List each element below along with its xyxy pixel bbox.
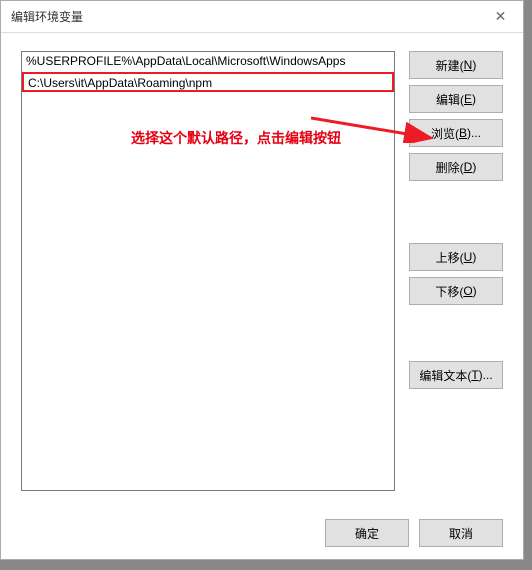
dialog: 编辑环境变量 ✕ %USERPROFILE%\AppData\Local\Mic…	[0, 0, 524, 560]
edittext-button[interactable]: 编辑文本(T)...	[409, 361, 503, 389]
close-icon: ✕	[495, 8, 507, 25]
path-listbox[interactable]: %USERPROFILE%\AppData\Local\Microsoft\Wi…	[21, 51, 395, 491]
close-button[interactable]: ✕	[478, 1, 523, 33]
new-button[interactable]: 新建(N)	[409, 51, 503, 79]
movedown-button[interactable]: 下移(O)	[409, 277, 503, 305]
delete-button[interactable]: 删除(D)	[409, 153, 503, 181]
edit-button[interactable]: 编辑(E)	[409, 85, 503, 113]
ok-button[interactable]: 确定	[325, 519, 409, 547]
browse-button[interactable]: 浏览(B)...	[409, 119, 503, 147]
annotation-text: 选择这个默认路径，点击编辑按钮	[131, 128, 341, 148]
footer: 确定 取消	[1, 507, 523, 559]
content-area: %USERPROFILE%\AppData\Local\Microsoft\Wi…	[1, 33, 523, 507]
button-column: 新建(N) 编辑(E) 浏览(B)... 删除(D) 上移(U) 下移(O) 编…	[409, 51, 503, 507]
list-item[interactable]: %USERPROFILE%\AppData\Local\Microsoft\Wi…	[22, 52, 394, 72]
moveup-button[interactable]: 上移(U)	[409, 243, 503, 271]
dialog-title: 编辑环境变量	[11, 8, 83, 25]
list-item[interactable]: C:\Users\it\AppData\Roaming\npm	[22, 72, 394, 92]
cancel-button[interactable]: 取消	[419, 519, 503, 547]
titlebar: 编辑环境变量 ✕	[1, 1, 523, 33]
